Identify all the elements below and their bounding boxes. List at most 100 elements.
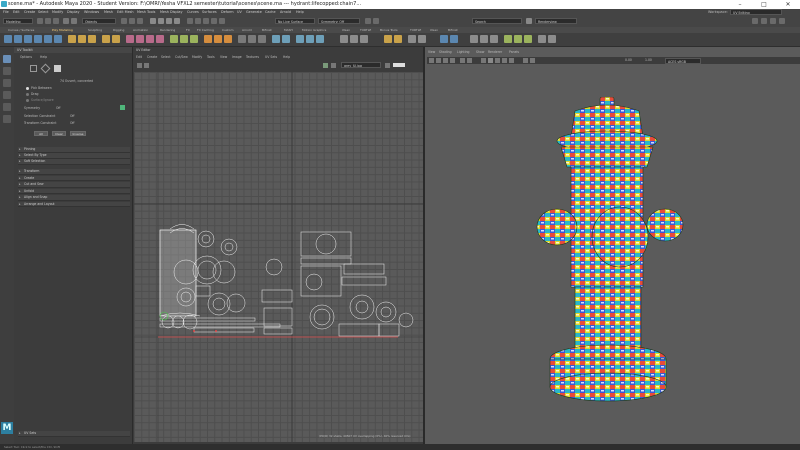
boolean-icon[interactable] <box>102 35 110 43</box>
workspace-dropdown[interactable]: UV Editing <box>730 9 782 15</box>
fill-hole-icon[interactable] <box>156 35 164 43</box>
rotate-tool-icon[interactable] <box>3 103 11 111</box>
menu-deform[interactable]: Deform <box>221 10 234 14</box>
shelf-tab-turtle-2[interactable]: TURTLE <box>410 28 421 32</box>
uv-shaded-icon[interactable] <box>331 63 336 68</box>
uv-menu-tools[interactable]: Tools <box>207 55 215 59</box>
viewport-menu-view[interactable]: View <box>428 50 435 54</box>
uv-menu-edit[interactable]: Edit <box>136 55 142 59</box>
symmetry-dropdown[interactable]: Symmetry: Off <box>318 18 360 24</box>
textured-icon[interactable] <box>495 58 500 63</box>
hypershade-icon[interactable] <box>219 18 225 24</box>
new-scene-icon[interactable] <box>37 18 43 24</box>
shelf-tool-p-icon[interactable] <box>538 35 546 43</box>
shelf-tab-animation[interactable]: Animation <box>133 28 148 32</box>
minimize-button[interactable]: – <box>728 0 752 9</box>
snap-grid-icon[interactable] <box>150 18 156 24</box>
shelf-tool-q-icon[interactable] <box>548 35 556 43</box>
section-unfold[interactable]: Unfold <box>18 188 130 194</box>
menu-display[interactable]: Display <box>67 10 80 14</box>
shelf-tool-n-icon[interactable] <box>514 35 522 43</box>
lasso-tool-icon[interactable] <box>3 67 11 75</box>
shelf-tab-poly-modeling[interactable]: Poly Modeling <box>52 28 73 32</box>
ipr-render-icon[interactable] <box>203 18 209 24</box>
open-scene-icon[interactable] <box>45 18 51 24</box>
shelf-tool-f-icon[interactable] <box>408 35 416 43</box>
menu-select[interactable]: Select <box>38 10 48 14</box>
perspective-viewport[interactable]: View Shading Lighting Show Renderer Pane… <box>425 47 800 444</box>
isolate-select-icon[interactable] <box>523 58 528 63</box>
shelf-tab-bonus-tools[interactable]: Bonus Tools <box>380 28 398 32</box>
section-transform[interactable]: Transform <box>18 169 130 175</box>
color-space-dropdown[interactable]: ACES sRGB <box>665 57 701 64</box>
planar-map-icon[interactable] <box>204 35 212 43</box>
checker-icon[interactable] <box>323 63 328 68</box>
shelf-tab-bifrost-2[interactable]: Bifrost <box>448 28 458 32</box>
shelf-tab-arnold[interactable]: Arnold <box>242 28 252 32</box>
edge-mode-icon[interactable] <box>40 63 51 74</box>
section-create[interactable]: Create <box>18 175 130 181</box>
renderview-dropdown[interactable]: Renderview <box>535 18 577 24</box>
menu-surfaces[interactable]: Surfaces <box>202 10 217 14</box>
menu-edit[interactable]: Edit <box>13 10 20 14</box>
harden-edge-icon[interactable] <box>282 35 290 43</box>
camera-based-map-icon[interactable] <box>224 35 232 43</box>
shelf-tool-i-icon[interactable] <box>450 35 458 43</box>
uv-toolkit-help-menu[interactable]: Help <box>40 55 47 59</box>
section-arrange-and-layout[interactable]: Arrange and Layout <box>18 201 130 207</box>
shelf-tool-j-icon[interactable] <box>470 35 478 43</box>
wireframe-icon[interactable] <box>481 58 486 63</box>
extrude-icon[interactable] <box>126 35 134 43</box>
select-tool-icon[interactable] <box>3 55 11 63</box>
sign-in-icon[interactable] <box>373 18 379 24</box>
poly-cube-icon[interactable] <box>14 35 22 43</box>
shelf-tab-fx[interactable]: FX <box>186 28 190 32</box>
section-soft-selection[interactable]: Soft Selection <box>18 159 130 165</box>
symmetry-value-dropdown[interactable]: Off <box>56 106 61 110</box>
shelf-tool-b-icon[interactable] <box>350 35 358 43</box>
select-object-icon[interactable] <box>129 18 135 24</box>
snap-curve-icon[interactable] <box>158 18 164 24</box>
poly-plane-icon[interactable] <box>54 35 62 43</box>
camera-select-icon[interactable] <box>429 58 434 63</box>
menu-help[interactable]: Help <box>296 10 304 14</box>
shelf-tool-d-icon[interactable] <box>384 35 392 43</box>
shelf-tool-o-icon[interactable] <box>524 35 532 43</box>
uv-toolbar-icon-1[interactable] <box>137 63 142 68</box>
snap-view-icon[interactable] <box>174 18 180 24</box>
pick-between-radio[interactable] <box>26 87 29 90</box>
lights-icon[interactable] <box>502 58 507 63</box>
transform-constraint-dropdown[interactable]: Off <box>70 121 75 125</box>
exposure-slider[interactable] <box>393 63 405 67</box>
smooth-icon[interactable] <box>88 35 96 43</box>
poly-cylinder-icon[interactable] <box>24 35 32 43</box>
uv-toolbar-icon-2[interactable] <box>144 63 149 68</box>
layout-icon[interactable] <box>258 35 266 43</box>
uv-grid[interactable] <box>134 72 423 442</box>
selection-mode-dropdown[interactable]: Objects <box>82 18 116 24</box>
uv-menu-create[interactable]: Create <box>147 55 157 59</box>
near-clip-field[interactable]: 0.00 <box>625 58 632 62</box>
menu-uv[interactable]: UV <box>237 10 242 14</box>
uv-menu-select[interactable]: Select <box>161 55 171 59</box>
separate-icon[interactable] <box>78 35 86 43</box>
move-tool-icon[interactable] <box>3 91 11 99</box>
bevel-icon[interactable] <box>146 35 154 43</box>
mirror-icon[interactable] <box>112 35 120 43</box>
shelf-tab-xgen[interactable]: XGen <box>342 28 350 32</box>
attribute-editor-icon[interactable] <box>752 18 758 24</box>
texture-field[interactable]: grey_IU.jpg <box>341 62 381 68</box>
menu-mesh-tools[interactable]: Mesh Tools <box>137 10 155 14</box>
exposure-icon[interactable] <box>385 63 390 68</box>
uv-toolkit-options-menu[interactable]: Options <box>20 55 32 59</box>
channel-box-icon[interactable] <box>770 18 776 24</box>
menu-edit-mesh[interactable]: Edit Mesh <box>117 10 134 14</box>
select-component-icon[interactable] <box>137 18 143 24</box>
soften-edge-icon[interactable] <box>272 35 280 43</box>
target-weld-icon[interactable] <box>180 35 188 43</box>
section-uv-sets[interactable]: UV Sets <box>18 431 130 437</box>
scale-tool-icon[interactable] <box>3 115 11 123</box>
section-cut-and-sew[interactable]: Cut and Sew <box>18 182 130 188</box>
shelf-tool-e-icon[interactable] <box>394 35 402 43</box>
clear-selection-button[interactable]: Clear <box>52 131 66 136</box>
